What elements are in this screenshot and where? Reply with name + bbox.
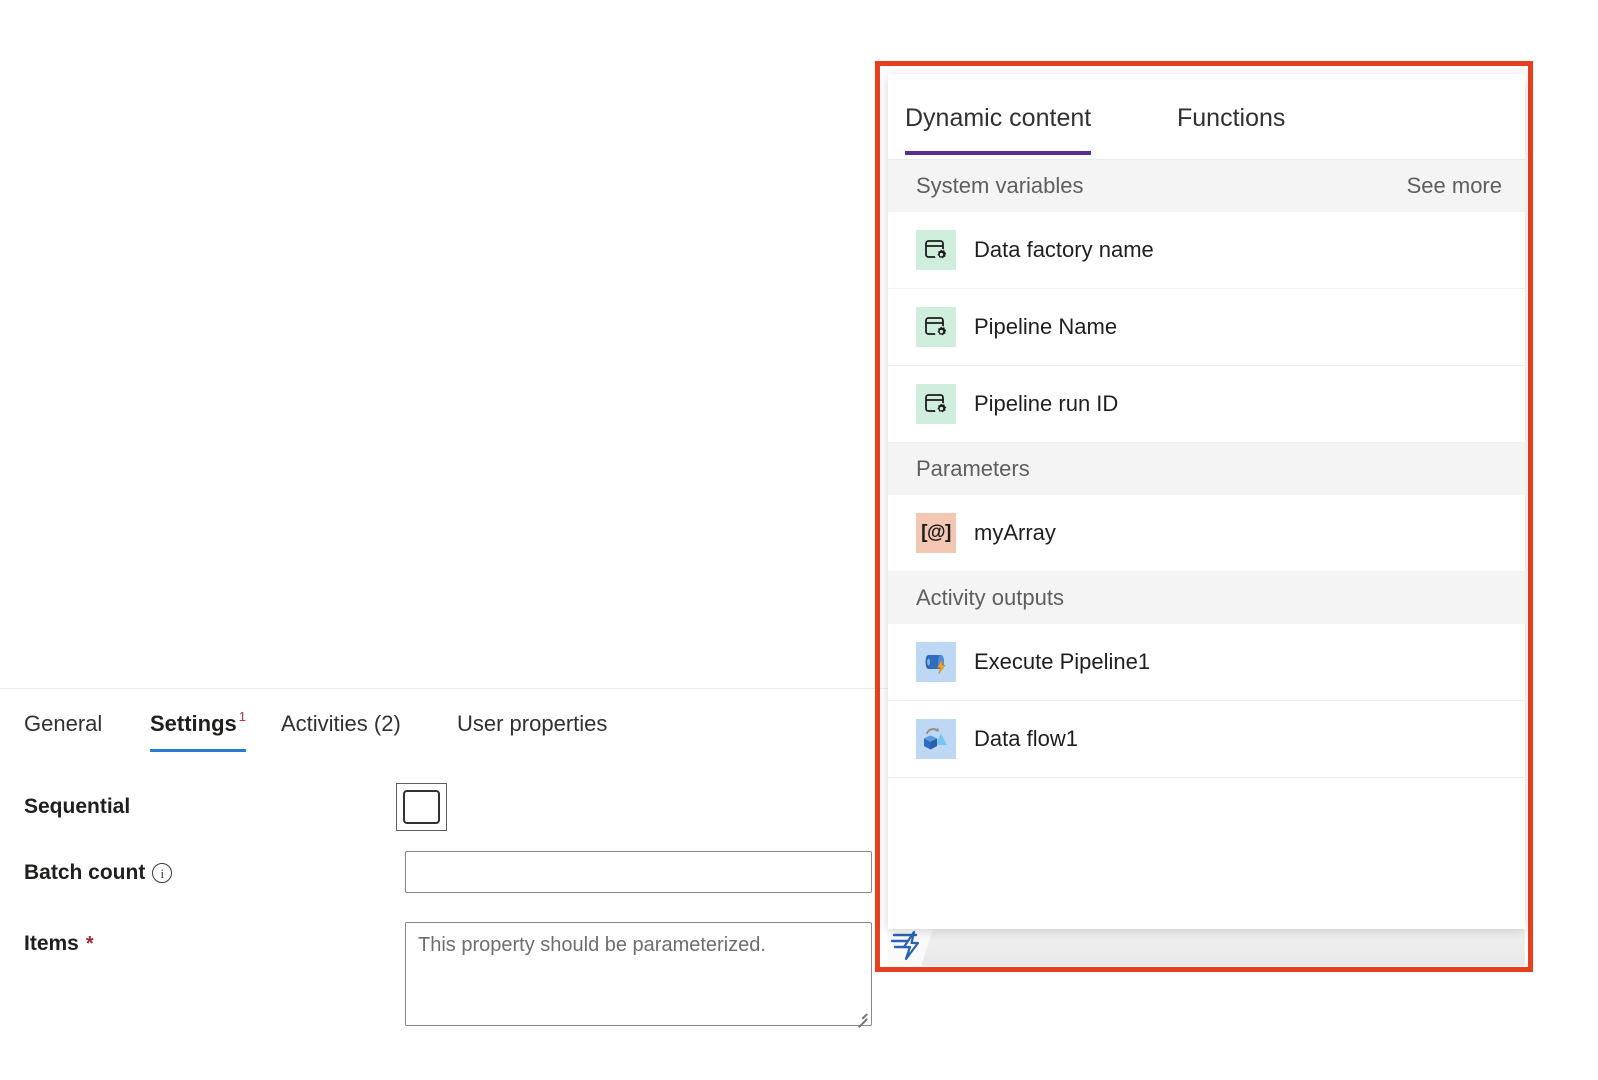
list-item[interactable]: Data flow1 xyxy=(888,701,1525,778)
list-item[interactable]: [@] myArray xyxy=(888,495,1525,572)
tab-functions[interactable]: Functions xyxy=(1177,104,1285,155)
tab-dynamic-content-label: Dynamic content xyxy=(905,104,1091,132)
info-circle-icon[interactable]: i xyxy=(152,863,172,883)
system-variable-icon xyxy=(916,230,956,270)
sequential-label-text: Sequential xyxy=(24,795,130,819)
items-required-asterisk: * xyxy=(86,933,94,956)
section-title-activity-outputs: Activity outputs xyxy=(916,585,1064,611)
list-item[interactable]: Pipeline Name xyxy=(888,289,1525,366)
sequential-checkbox-box xyxy=(403,790,440,824)
list-item[interactable]: Data factory name xyxy=(888,212,1525,289)
list-item-label: Data flow1 xyxy=(974,726,1078,752)
tab-settings-label: Settings xyxy=(150,709,237,739)
tab-dynamic-content[interactable]: Dynamic content xyxy=(905,104,1091,155)
list-item-label: Execute Pipeline1 xyxy=(974,649,1150,675)
tab-functions-label: Functions xyxy=(1177,104,1285,132)
items-label: Items * xyxy=(24,932,94,956)
dynamic-content-footer-strip xyxy=(888,928,1525,966)
dynamic-content-panel: Dynamic content Functions System variabl… xyxy=(888,74,1525,929)
list-item-label: Pipeline Name xyxy=(974,314,1117,340)
see-more-link[interactable]: See more xyxy=(1407,173,1502,199)
list-item-label: myArray xyxy=(974,520,1056,546)
screen-root: General Settings 1 Activities (2) User p… xyxy=(0,0,1598,1080)
batch-count-label-text: Batch count xyxy=(24,861,145,885)
section-title-parameters: Parameters xyxy=(916,456,1030,482)
dynamic-content-tabstrip: Dynamic content Functions xyxy=(888,74,1525,160)
list-item-label: Pipeline run ID xyxy=(974,391,1118,417)
properties-pane-divider xyxy=(0,688,900,689)
parameter-icon: [@] xyxy=(916,513,956,553)
tab-activities-label: Activities (2) xyxy=(281,709,401,739)
execute-pipeline-icon xyxy=(916,642,956,682)
items-textarea[interactable] xyxy=(405,922,872,1026)
dynamic-content-flash-icon[interactable] xyxy=(890,928,926,962)
tab-activities[interactable]: Activities (2) xyxy=(281,700,401,752)
batch-count-label: Batch count i xyxy=(24,861,172,885)
system-variable-icon xyxy=(916,307,956,347)
list-item[interactable]: Pipeline run ID xyxy=(888,366,1525,443)
tab-user-properties-label: User properties xyxy=(457,709,607,739)
section-header-activity-outputs: Activity outputs xyxy=(888,572,1525,624)
items-label-text: Items xyxy=(24,932,79,956)
sequential-label: Sequential xyxy=(24,795,130,819)
properties-tabstrip: General Settings 1 Activities (2) User p… xyxy=(0,700,900,752)
batch-count-input[interactable] xyxy=(405,851,872,893)
section-header-system-variables: System variables See more xyxy=(888,160,1525,212)
list-item-label: Data factory name xyxy=(974,237,1154,263)
sequential-checkbox[interactable] xyxy=(396,783,447,831)
section-title-system-variables: System variables xyxy=(916,173,1084,199)
tab-dynamic-content-underline xyxy=(905,151,1091,155)
data-flow-icon xyxy=(916,719,956,759)
tab-general-label: General xyxy=(24,709,102,739)
tab-settings-badge: 1 xyxy=(239,710,246,723)
system-variable-icon xyxy=(916,384,956,424)
list-item[interactable]: Execute Pipeline1 xyxy=(888,624,1525,701)
tab-settings[interactable]: Settings 1 xyxy=(150,700,246,752)
section-header-parameters: Parameters xyxy=(888,443,1525,495)
tab-settings-underline xyxy=(150,749,246,752)
tab-general[interactable]: General xyxy=(24,700,102,752)
tab-user-properties[interactable]: User properties xyxy=(457,700,607,752)
